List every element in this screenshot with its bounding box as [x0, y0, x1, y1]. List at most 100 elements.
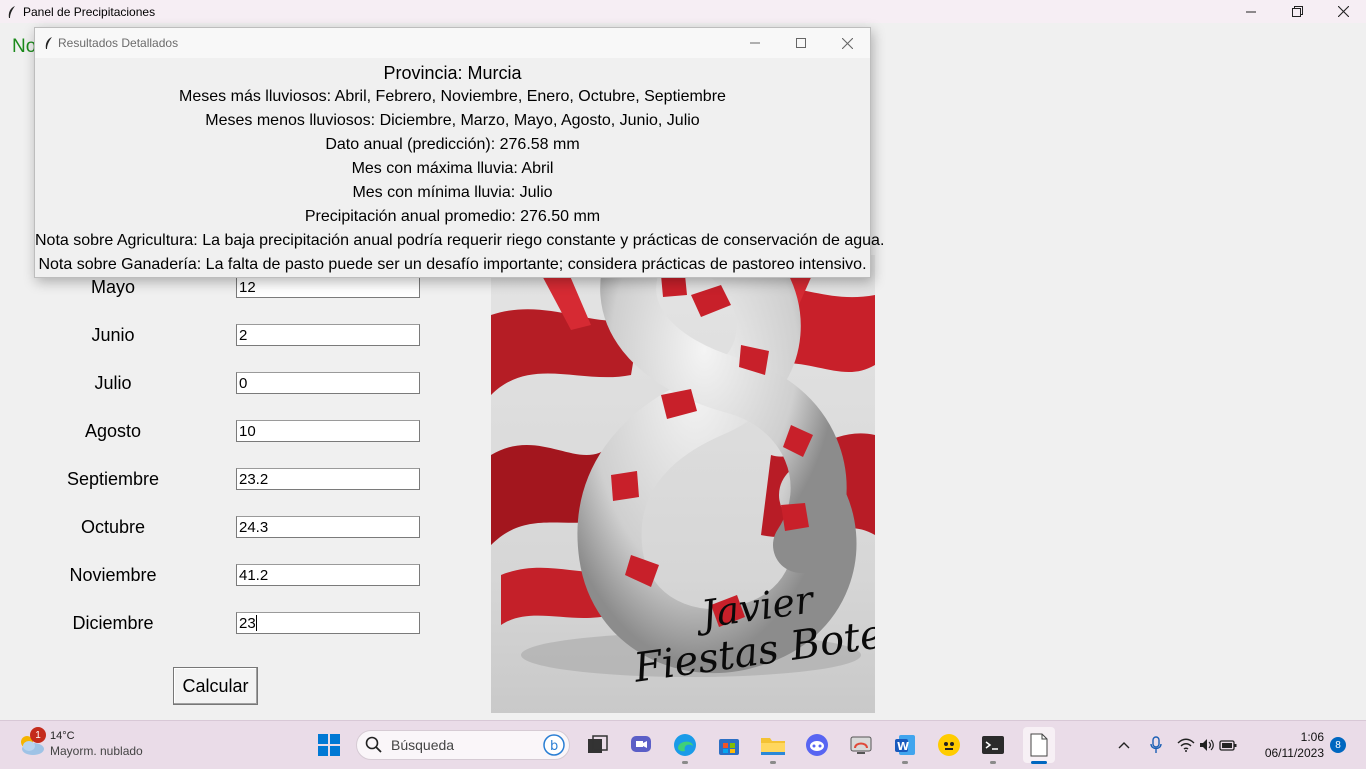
chevron-up-icon — [1118, 742, 1130, 749]
main-titlebar: Panel de Precipitaciones — [0, 0, 1366, 23]
discord-button[interactable] — [803, 731, 831, 759]
ghost-icon — [938, 734, 960, 756]
feather-icon — [44, 36, 54, 50]
month-input-diciembre[interactable]: 23 — [236, 612, 420, 634]
remote-desktop-button[interactable] — [847, 731, 875, 759]
calculate-button[interactable]: Calcular — [173, 667, 258, 705]
month-label-julio: Julio — [94, 373, 132, 393]
svg-text:b: b — [550, 739, 558, 754]
weather-badge: 1 — [30, 727, 46, 743]
agriculture-note-text: Nota sobre Agricultura: La baja precipit… — [35, 232, 885, 249]
taskbar: 1 14°C Mayorm. nublado Búsqueda b W 1:06… — [0, 720, 1366, 769]
month-input-octubre[interactable]: 24.3 — [236, 516, 420, 538]
store-button[interactable] — [715, 731, 743, 759]
dialog-content: Provincia: Murcia Meses más lluviosos: A… — [35, 58, 885, 277]
notification-badge[interactable]: 8 — [1330, 737, 1346, 753]
annual-prediction-text: Dato anual (predicción): 276.58 mm — [325, 136, 580, 153]
minimize-icon — [1246, 11, 1256, 12]
store-icon — [719, 739, 739, 755]
month-input-septiembre[interactable]: 23.2 — [236, 468, 420, 490]
restore-icon — [1291, 6, 1303, 17]
clock-time: 1:06 — [1300, 730, 1324, 744]
start-button[interactable] — [315, 731, 343, 759]
close-icon — [841, 37, 853, 49]
dialog-maximize-button[interactable] — [778, 28, 824, 58]
chat-icon — [631, 736, 651, 752]
maximize-icon — [796, 38, 806, 48]
input-value: 23 — [239, 615, 256, 632]
active-indicator — [1031, 761, 1047, 764]
month-input-junio[interactable]: 2 — [236, 324, 420, 346]
teams-chat-button[interactable] — [627, 731, 655, 759]
quick-settings-button[interactable] — [1176, 731, 1238, 759]
driest-months-text: Meses menos lluviosos: Diciembre, Marzo,… — [205, 112, 700, 129]
min-rain-month-text: Mes con mínima lluvia: Julio — [352, 184, 553, 201]
remote-desktop-icon — [850, 736, 872, 754]
task-view-button[interactable] — [583, 731, 611, 759]
search-placeholder: Búsqueda — [391, 737, 455, 753]
search-icon — [365, 736, 382, 753]
file-explorer-button[interactable] — [759, 731, 787, 764]
cyberghost-button[interactable] — [935, 731, 963, 759]
discord-icon — [806, 734, 828, 756]
weather-widget[interactable]: 1 14°C Mayorm. nublado — [16, 727, 143, 759]
month-input-noviembre[interactable]: 41.2 — [236, 564, 420, 586]
bing-icon: b — [543, 734, 565, 756]
task-view-icon — [588, 735, 608, 753]
month-label-diciembre: Diciembre — [72, 613, 154, 633]
word-icon: W — [895, 735, 915, 755]
active-app-button[interactable] — [1023, 727, 1055, 764]
battery-icon — [1219, 740, 1237, 751]
month-label-noviembre: Noviembre — [69, 565, 157, 585]
windows-icon — [318, 734, 340, 756]
restore-button[interactable] — [1274, 0, 1320, 23]
running-indicator — [902, 761, 908, 764]
province-heading: Provincia: Murcia — [383, 63, 522, 83]
snake-artwork: Javier Fiestas Botella — [491, 255, 875, 713]
minimize-button[interactable] — [1228, 0, 1274, 23]
feather-icon — [4, 4, 20, 20]
wifi-icon — [1177, 738, 1195, 752]
close-button[interactable] — [1320, 0, 1366, 23]
month-label-mayo: Mayo — [90, 277, 135, 297]
svg-text:W: W — [897, 740, 909, 753]
dialog-titlebar: Resultados Detallados — [35, 28, 870, 58]
cloud-sun-icon: 1 — [16, 727, 46, 759]
microphone-button[interactable] — [1146, 731, 1166, 759]
edge-button[interactable] — [671, 731, 699, 764]
month-label-junio: Junio — [91, 325, 135, 345]
terminal-icon — [982, 736, 1004, 754]
volume-icon — [1200, 739, 1214, 751]
dialog-minimize-button[interactable] — [732, 28, 778, 58]
rainiest-months-text: Meses más lluviosos: Abril, Febrero, Nov… — [179, 88, 726, 105]
edge-icon — [674, 734, 696, 756]
month-label-octubre: Octubre — [80, 517, 146, 537]
running-indicator — [682, 761, 688, 764]
running-indicator — [770, 761, 776, 764]
taskbar-search[interactable]: Búsqueda b — [356, 730, 570, 760]
microphone-icon — [1150, 736, 1162, 753]
weather-temperature: 14°C — [50, 730, 75, 742]
month-input-mayo[interactable]: 12 — [236, 276, 420, 298]
month-input-julio[interactable]: 0 — [236, 372, 420, 394]
minimize-icon — [750, 42, 760, 44]
clock[interactable]: 1:06 06/11/2023 — [1265, 729, 1324, 761]
results-dialog: Resultados Detallados Provincia: Murcia … — [34, 27, 885, 278]
document-icon — [1030, 733, 1048, 757]
terminal-button[interactable] — [979, 731, 1007, 764]
dialog-close-button[interactable] — [824, 28, 870, 58]
word-button[interactable]: W — [891, 731, 919, 764]
show-hidden-icons-button[interactable] — [1114, 731, 1134, 759]
window-title: Panel de Precipitaciones — [23, 4, 156, 19]
text-caret — [255, 615, 257, 631]
month-label-agosto: Agosto — [84, 421, 142, 441]
max-rain-month-text: Mes con máxima lluvia: Abril — [351, 160, 554, 177]
month-input-agosto[interactable]: 10 — [236, 420, 420, 442]
livestock-note-text: Nota sobre Ganadería: La falta de pasto … — [38, 256, 867, 273]
clock-date: 06/11/2023 — [1264, 746, 1324, 760]
folder-icon — [761, 738, 785, 755]
close-icon — [1337, 6, 1349, 17]
annual-average-text: Precipitación anual promedio: 276.50 mm — [304, 208, 601, 225]
app-heading: No — [12, 36, 37, 57]
dialog-title: Resultados Detallados — [58, 36, 179, 50]
